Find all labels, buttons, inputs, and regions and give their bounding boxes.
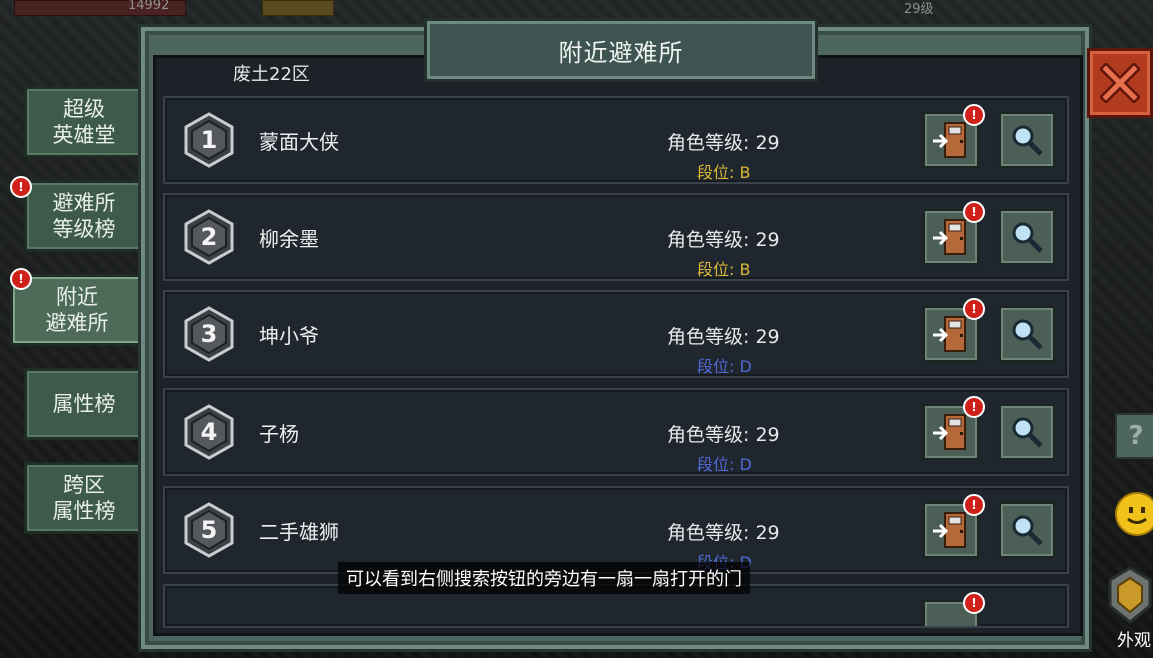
magnifier-icon — [1012, 417, 1043, 448]
tab-label-line1: 超级 — [63, 97, 105, 121]
tab-label-line2: 属性榜 — [52, 499, 116, 523]
magnifier-icon — [1012, 515, 1043, 546]
rank-badge: 5 — [183, 502, 235, 558]
help-icon: ? — [1128, 421, 1144, 451]
inspect-button[interactable] — [999, 209, 1055, 265]
rank-badge: 2 — [183, 209, 235, 265]
magnifier-icon — [1012, 125, 1043, 156]
notification-badge: ! — [963, 298, 985, 320]
tab-label-line2: 英雄堂 — [52, 123, 116, 147]
table-row: 4 子杨 角色等级: 29 段位: D ! — [163, 388, 1069, 476]
inspect-button[interactable] — [999, 112, 1055, 168]
notification-badge: ! — [963, 494, 985, 516]
player-tier: 段位: D — [697, 357, 752, 376]
tab-attribute-ranking[interactable]: 属性榜 — [24, 368, 144, 440]
table-row: 3 坤小爷 角色等级: 29 段位: D ! — [163, 290, 1069, 378]
rank-number: 5 — [200, 516, 218, 544]
tab-label-line1: 附近 — [56, 285, 98, 309]
hp-value: 14992 — [128, 0, 170, 13]
tab-label-line2: 等级榜 — [52, 217, 116, 241]
video-subtitle: 可以看到右侧搜索按钮的旁边有一扇一扇打开的门 — [338, 562, 750, 594]
tab-label-line1: 避难所 — [52, 191, 116, 215]
player-level-text: 29级 — [904, 2, 934, 17]
top-hud: 14992 29级 — [0, 0, 1153, 17]
notification-badge: ! — [10, 176, 32, 198]
rank-number: 2 — [200, 223, 218, 251]
inspect-button[interactable] — [999, 306, 1055, 362]
tab-label-line1: 跨区 — [63, 473, 105, 497]
player-tier: 段位: B — [697, 260, 751, 279]
player-level: 角色等级: 29 — [667, 132, 780, 154]
player-name: 柳余墨 — [259, 227, 319, 251]
table-row: 1 蒙面大侠 角色等级: 29 段位: B ! — [163, 96, 1069, 184]
player-level: 角色等级: 29 — [667, 522, 780, 544]
rank-badge: 1 — [183, 112, 235, 168]
rank-number: 4 — [200, 418, 218, 446]
player-name: 坤小爷 — [259, 324, 319, 348]
close-icon — [1100, 63, 1140, 103]
tab-super-hero-hall[interactable]: 超级 英雄堂 — [24, 86, 144, 158]
notification-badge: ! — [963, 592, 985, 614]
resource-bar — [262, 0, 334, 16]
player-level: 角色等级: 29 — [667, 326, 780, 348]
magnifier-icon — [1012, 319, 1043, 350]
tab-cross-region-attribute-ranking[interactable]: 跨区 属性榜 — [24, 462, 144, 534]
appearance-label: 外观 — [1117, 631, 1151, 651]
help-button[interactable]: ? — [1115, 413, 1153, 459]
notification-badge: ! — [963, 104, 985, 126]
tab-shelter-ranking[interactable]: 避难所 等级榜 — [24, 180, 144, 252]
player-tier: 段位: D — [697, 455, 752, 474]
player-level: 角色等级: 29 — [667, 229, 780, 251]
table-row: 5 二手雄狮 角色等级: 29 段位: D ! — [163, 486, 1069, 574]
player-name: 子杨 — [259, 422, 299, 446]
player-name: 二手雄狮 — [259, 520, 339, 544]
notification-badge: ! — [963, 201, 985, 223]
smiley-icon — [1127, 507, 1147, 524]
region-label: 废土22区 — [233, 64, 310, 85]
tab-label-line1: 属性榜 — [52, 392, 116, 416]
tab-label-line2: 避难所 — [45, 311, 109, 335]
table-row: 2 柳余墨 角色等级: 29 段位: B ! — [163, 193, 1069, 281]
rank-badge: 4 — [183, 404, 235, 460]
close-button[interactable] — [1087, 48, 1153, 118]
armor-icon — [1108, 566, 1152, 624]
player-level: 角色等级: 29 — [667, 424, 780, 446]
player-tier: 段位: B — [697, 163, 751, 182]
inspect-button[interactable] — [999, 404, 1055, 460]
emoji-button[interactable] — [1115, 492, 1153, 536]
rank-badge: 3 — [183, 306, 235, 362]
inspect-button[interactable] — [999, 502, 1055, 558]
player-name: 蒙面大侠 — [259, 130, 339, 154]
notification-badge: ! — [963, 396, 985, 418]
panel-title: 附近避难所 — [424, 18, 818, 82]
rank-number: 3 — [200, 320, 218, 348]
magnifier-icon — [1012, 222, 1043, 253]
notification-badge: ! — [10, 268, 32, 290]
rank-number: 1 — [200, 126, 218, 154]
